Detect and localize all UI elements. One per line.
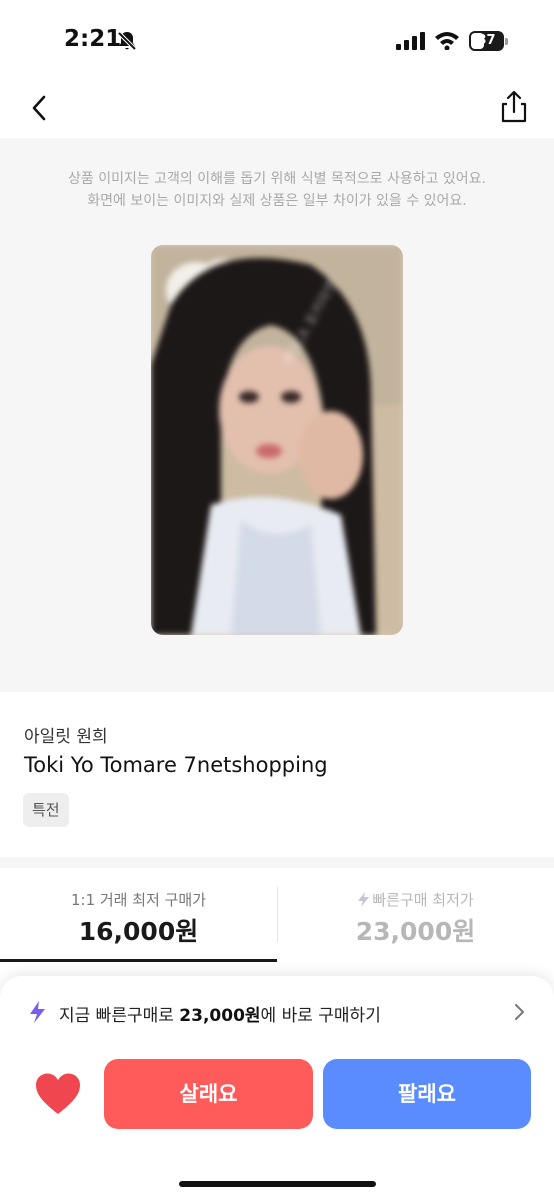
image-notice-line2: 화면에 보이는 이미지와 실제 상품은 일부 차이가 있을 수 있어요. — [87, 193, 467, 209]
image-notice-line1: 상품 이미지는 고객의 이해를 돕기 위해 식별 목적으로 사용하고 있어요. — [67, 171, 487, 187]
quick-buy-prefix: 지금 빠른구매로 — [59, 1006, 180, 1026]
quick-buy-suffix: 에 바로 구매하기 — [260, 1006, 381, 1026]
wifi-icon — [435, 32, 459, 50]
buy-button[interactable]: 살래요 — [104, 1059, 313, 1129]
tag-chip: 특전 — [23, 793, 69, 827]
battery-icon: 37 — [469, 31, 509, 51]
tab-right-label-wrap: 빠른구매 최저가 — [277, 889, 554, 910]
back-button[interactable] — [22, 90, 58, 126]
section-divider — [0, 857, 554, 868]
quick-buy-price: 23,000원 — [179, 1006, 261, 1026]
product-title: Toki Yo Tomare 7netshopping — [24, 753, 328, 777]
tab-right-price: 23,000원 — [355, 917, 476, 946]
product-photo[interactable]: POCA 포카마켓 — [151, 245, 403, 635]
product-info: 아일릿 원희 Toki Yo Tomare 7netshopping 특전 — [0, 692, 554, 857]
photocard-image: POCA 포카마켓 — [151, 245, 403, 635]
artist-name: 아일릿 원희 — [24, 727, 108, 747]
product-detail-screen: 2:21 37 상품 이미지는 고객의 이해를 돕기 위해 식별 목적으로 사용… — [0, 0, 554, 1200]
nav-bar — [0, 80, 554, 138]
status-bar: 2:21 37 — [0, 0, 554, 80]
lightning-icon — [30, 1001, 45, 1023]
share-icon — [501, 90, 527, 123]
price-tabs: 1:1 거래 최저 구매가 16,000원 빠른구매 최저가 23,000원 — [0, 868, 554, 963]
heart-icon — [36, 1073, 80, 1114]
bell-slash-icon — [117, 31, 137, 51]
chevron-right-icon — [515, 1004, 524, 1020]
tab-right-label: 빠른구매 최저가 — [372, 891, 474, 909]
signal-icon — [396, 32, 425, 50]
bottom-action-sheet: 지금 빠른구매로 23,000원에 바로 구매하기 살래요 팔래요 — [0, 976, 554, 1200]
product-image-area: 상품 이미지는 고객의 이해를 돕기 위해 식별 목적으로 사용하고 있어요. … — [0, 138, 554, 692]
tab-left-price: 16,000원 — [78, 917, 199, 946]
status-time: 2:21 — [64, 26, 122, 52]
battery-level: 37 — [477, 33, 496, 48]
share-button[interactable] — [494, 88, 534, 128]
lightning-icon — [358, 892, 370, 907]
chevron-left-icon — [32, 95, 46, 121]
home-indicator — [179, 1181, 376, 1187]
sell-button[interactable]: 팔래요 — [323, 1059, 531, 1129]
quick-buy-text: 지금 빠른구매로 23,000원에 바로 구매하기 — [59, 1001, 381, 1026]
tab-left-label: 1:1 거래 최저 구매가 — [70, 891, 207, 909]
wishlist-button[interactable] — [34, 1072, 82, 1116]
tab-quick-buy-lowest[interactable]: 빠른구매 최저가 23,000원 — [277, 868, 554, 963]
tab-active-indicator — [0, 959, 277, 962]
tab-lowest-1on1[interactable]: 1:1 거래 최저 구매가 16,000원 — [0, 868, 277, 963]
quick-buy-row[interactable]: 지금 빠른구매로 23,000원에 바로 구매하기 — [0, 990, 554, 1034]
